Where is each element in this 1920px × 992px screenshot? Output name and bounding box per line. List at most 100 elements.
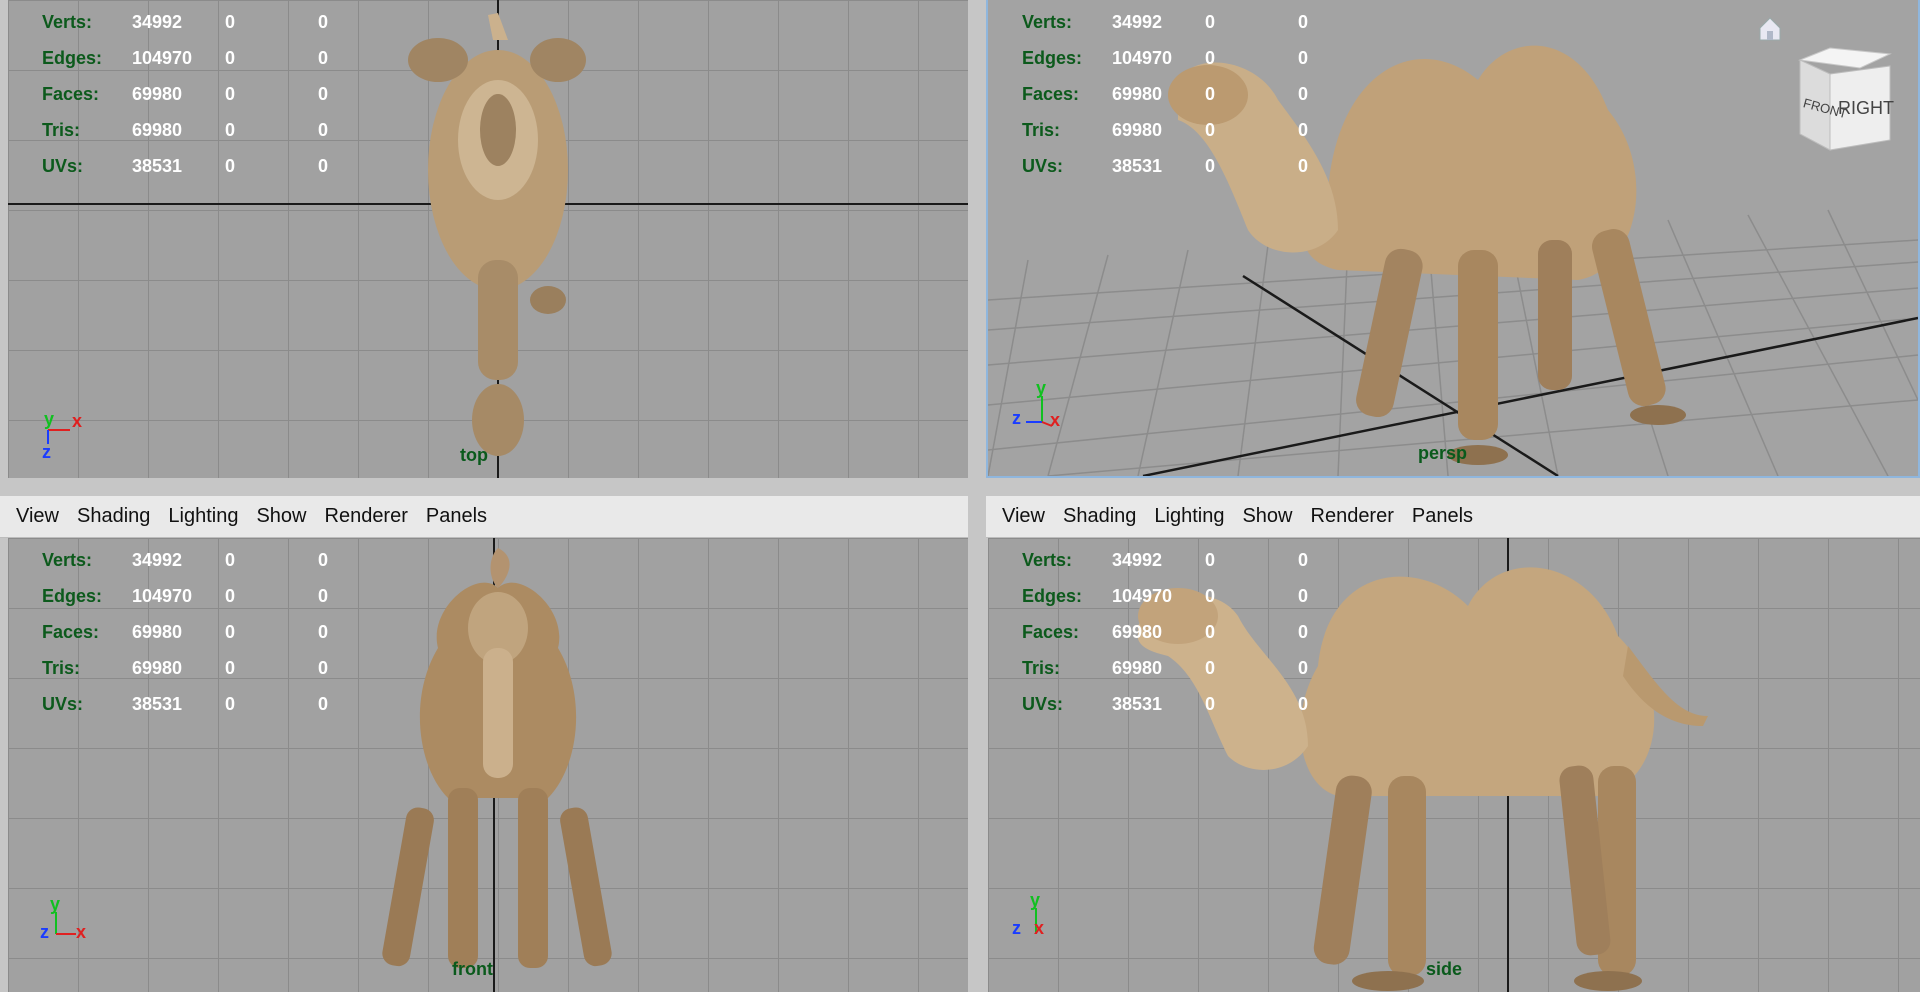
- menu-renderer[interactable]: Renderer: [325, 505, 408, 528]
- hud-value: 0: [225, 156, 236, 176]
- hud-value: 34992: [132, 12, 183, 32]
- hud-value: 104970: [132, 48, 193, 68]
- hud-value: 0: [1298, 622, 1309, 642]
- viewport-side[interactable]: Verts: 34992 0 0 Edges: 104970 0 0 Faces: 69980 0 0…: [988, 538, 1920, 992]
- hud-value: 69980: [1112, 622, 1163, 642]
- menu-shading[interactable]: Shading: [1063, 505, 1136, 528]
- hud-value: 104970: [132, 586, 193, 606]
- hud-value: 0: [318, 622, 329, 642]
- axis-indicator-persp: y z x: [1012, 378, 1060, 430]
- hud-row: UVs: 38531 0 0: [42, 148, 408, 184]
- panel-menu-bar: View Shading Lighting Show Renderer Pane…: [0, 496, 968, 538]
- view-label-top: top: [460, 445, 488, 465]
- view-cube[interactable]: FRONT RIGHT: [1780, 40, 1900, 160]
- hud-label: Edges:: [1022, 48, 1083, 68]
- hud-label: Tris:: [1022, 120, 1061, 140]
- viewport-front[interactable]: Verts: 34992 0 0 Edges: 104970 0 0 Faces: 69980 0 0…: [8, 538, 968, 992]
- axis-z-label: z: [42, 442, 51, 462]
- hud-label: Edges:: [1022, 586, 1083, 606]
- hud-value: 0: [1298, 84, 1309, 104]
- hud-label: Faces:: [42, 84, 100, 104]
- hud-value: 69980: [1112, 120, 1163, 140]
- menu-show[interactable]: Show: [256, 505, 306, 528]
- hud-value: 0: [1298, 156, 1309, 176]
- view-cube-icon: FRONT RIGHT: [1798, 47, 1894, 151]
- axis-z-label: z: [1012, 408, 1021, 428]
- hud-label: UVs:: [1022, 156, 1064, 176]
- hud-value: 0: [1298, 48, 1309, 68]
- menu-view[interactable]: View: [1002, 505, 1045, 528]
- hud-value: 0: [1205, 550, 1216, 570]
- menu-lighting[interactable]: Lighting: [1154, 505, 1224, 528]
- hud-label: Faces:: [42, 622, 100, 642]
- hud-value: 0: [1298, 120, 1309, 140]
- hud-value: 0: [318, 694, 329, 714]
- hud-value: 0: [318, 12, 329, 32]
- hud-label: Faces:: [1022, 622, 1080, 642]
- hud-row: Tris: 69980 0 0: [42, 112, 408, 148]
- hud-value: 38531: [1112, 694, 1163, 714]
- axis-z-label: z: [1012, 918, 1021, 938]
- hud-value: 0: [225, 12, 236, 32]
- menu-panels[interactable]: Panels: [1412, 505, 1473, 528]
- hud-value: 69980: [132, 120, 183, 140]
- menu-show[interactable]: Show: [1242, 505, 1292, 528]
- hud-value: 34992: [1112, 12, 1163, 32]
- stats-hud: Verts: 34992 0 0 Edges: 104970 0 0 Faces: 69980 0 0…: [1022, 542, 1388, 722]
- hud-value: 104970: [1112, 48, 1173, 68]
- home-icon[interactable]: [1756, 14, 1784, 42]
- hud-value: 0: [1298, 12, 1309, 32]
- hud-value: 0: [1298, 694, 1309, 714]
- axis-y-label: y: [1036, 378, 1046, 398]
- axis-indicator-side: y z x: [1012, 890, 1044, 938]
- cube-right-label: RIGHT: [1838, 98, 1894, 118]
- menu-lighting[interactable]: Lighting: [168, 505, 238, 528]
- hud-label: Tris:: [42, 120, 81, 140]
- hud-value: 0: [1298, 586, 1309, 606]
- hud-label: UVs:: [42, 156, 84, 176]
- hud-label: Faces:: [1022, 84, 1080, 104]
- hud-value: 0: [1205, 156, 1216, 176]
- hud-value: 0: [225, 586, 236, 606]
- axis-y-label: y: [44, 409, 54, 429]
- hud-value: 69980: [1112, 84, 1163, 104]
- hud-value: 0: [225, 84, 236, 104]
- hud-row: Verts: 34992 0 0: [1022, 542, 1388, 578]
- hud-value: 0: [1205, 48, 1216, 68]
- hud-value: 0: [225, 550, 236, 570]
- hud-row: Tris: 69980 0 0: [1022, 112, 1388, 148]
- hud-value: 38531: [1112, 156, 1163, 176]
- hud-value: 34992: [132, 550, 183, 570]
- hud-value: 0: [1205, 120, 1216, 140]
- menu-shading[interactable]: Shading: [77, 505, 150, 528]
- viewport-top[interactable]: Verts: 34992 0 0 Edges: 104970 0 0 Faces: 69980 0 0…: [8, 0, 968, 478]
- hud-label: UVs:: [1022, 694, 1064, 714]
- hud-value: 0: [318, 586, 329, 606]
- hud-row: Tris: 69980 0 0: [42, 650, 408, 686]
- panel-side[interactable]: View Shading Lighting Show Renderer Pane…: [986, 496, 1920, 992]
- axis-y-label: y: [50, 894, 60, 914]
- camel-model-top[interactable]: [398, 10, 598, 470]
- hud-row: Edges: 104970 0 0: [42, 40, 408, 76]
- viewport-persp[interactable]: Verts: 34992 0 0 Edges: 104970 0 0 Faces: 69980 0 0…: [988, 0, 1918, 476]
- hud-value: 38531: [132, 694, 183, 714]
- stats-hud: Verts: 34992 0 0 Edges: 104970 0 0 Faces: 69980 0 0…: [42, 542, 408, 722]
- hud-value: 0: [318, 550, 329, 570]
- hud-row: Faces: 69980 0 0: [1022, 614, 1388, 650]
- hud-value: 0: [225, 120, 236, 140]
- axis-x-label: x: [76, 922, 86, 942]
- hud-row: Edges: 104970 0 0: [42, 578, 408, 614]
- hud-value: 69980: [1112, 658, 1163, 678]
- panel-front[interactable]: View Shading Lighting Show Renderer Pane…: [0, 496, 968, 992]
- stats-hud: Verts: 34992 0 0 Edges: 104970 0 0 Faces: 69980 0 0…: [1022, 4, 1388, 184]
- hud-label: UVs:: [42, 694, 84, 714]
- hud-row: Faces: 69980 0 0: [42, 614, 408, 650]
- hud-row: Verts: 34992 0 0: [1022, 4, 1388, 40]
- hud-value: 0: [1205, 84, 1216, 104]
- panel-persp[interactable]: Verts: 34992 0 0 Edges: 104970 0 0 Faces: 69980 0 0…: [986, 0, 1920, 478]
- hud-label: Edges:: [42, 48, 103, 68]
- menu-view[interactable]: View: [16, 505, 59, 528]
- menu-panels[interactable]: Panels: [426, 505, 487, 528]
- panel-top[interactable]: Verts: 34992 0 0 Edges: 104970 0 0 Faces: 69980 0 0…: [8, 0, 968, 478]
- menu-renderer[interactable]: Renderer: [1311, 505, 1394, 528]
